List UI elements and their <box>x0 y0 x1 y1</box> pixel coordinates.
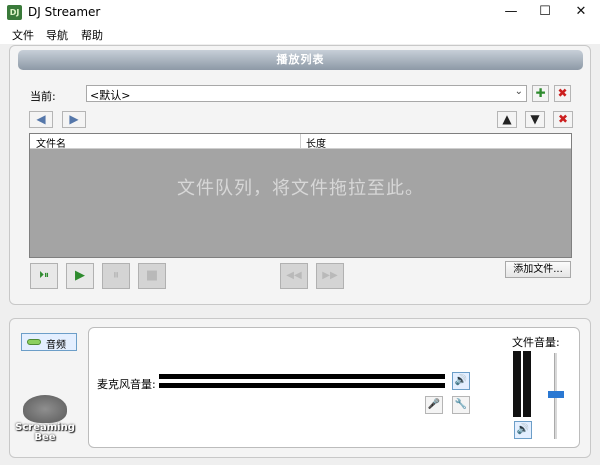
menu-file[interactable]: 文件 <box>12 27 34 43</box>
triangle-down-icon: ▼ <box>530 112 540 126</box>
play-button[interactable]: ▶ <box>66 263 94 289</box>
pause-button[interactable]: ⏸ <box>102 263 130 289</box>
mic-settings-button[interactable]: 🎤 <box>425 396 443 414</box>
maximize-button[interactable]: ☐ <box>528 0 562 25</box>
audio-toggle-button[interactable]: 音频 <box>21 333 77 351</box>
play-next-icon: ⏵⏸ <box>39 270 49 281</box>
mic-level-meter-top <box>159 374 445 379</box>
indicator-light-icon <box>27 339 41 345</box>
file-mute-button[interactable]: 🔊 <box>514 421 532 439</box>
playlist-header: 播放列表 <box>18 50 583 70</box>
mic-mute-button[interactable]: 🔊 <box>452 372 470 390</box>
microphone-icon: 🎤 <box>427 399 441 410</box>
audio-panel: 音频 Screaming Bee 麦克风音量: 🔊 🎤 🔧 文件音量: 🔊 <box>9 318 591 458</box>
playlist-panel: 播放列表 当前: <默认> ⌄ ✚ ✖ ◀ ▶ ▲ ▼ ✖ 文件名 长度 文件队… <box>9 45 591 305</box>
add-playlist-button[interactable]: ✚ <box>532 85 549 102</box>
stop-button[interactable]: ■ <box>138 263 166 289</box>
empty-queue-message: 文件队列，将文件拖拉至此。 <box>177 178 424 199</box>
move-down-button[interactable]: ▼ <box>525 111 545 128</box>
delete-playlist-button[interactable]: ✖ <box>554 85 571 102</box>
remove-file-button[interactable]: ✖ <box>553 111 573 128</box>
logo-text-line2: Bee <box>34 432 56 443</box>
menu-help[interactable]: 帮助 <box>81 27 103 43</box>
current-label: 当前: <box>30 90 56 103</box>
previous-button[interactable]: ◀ <box>29 111 53 128</box>
file-volume-slider-thumb[interactable] <box>548 391 564 398</box>
minimize-button[interactable]: — <box>494 0 528 25</box>
current-playlist-value: <默认> <box>90 89 131 102</box>
close-button[interactable]: ✕ <box>564 0 598 25</box>
column-filename[interactable]: 文件名 <box>36 135 66 150</box>
remove-icon: ✖ <box>557 112 569 126</box>
delete-icon: ✖ <box>557 86 568 100</box>
audio-settings-button[interactable]: 🔧 <box>452 396 470 414</box>
file-volume-label: 文件音量: <box>512 336 560 349</box>
screaming-bee-logo: Screaming Bee <box>12 395 78 445</box>
rewind-icon: ◀◀ <box>286 270 302 281</box>
play-icon: ▶ <box>75 268 85 283</box>
next-button[interactable]: ▶ <box>62 111 86 128</box>
add-file-button[interactable]: 添加文件... <box>505 261 571 278</box>
fast-forward-icon: ▶▶ <box>322 270 338 281</box>
arrow-right-icon: ▶ <box>69 112 79 126</box>
menu-navigate[interactable]: 导航 <box>46 27 68 43</box>
plus-icon: ✚ <box>535 86 546 100</box>
audio-toggle-label: 音频 <box>46 340 66 351</box>
speaker-icon: 🔊 <box>516 424 530 435</box>
move-up-button[interactable]: ▲ <box>497 111 517 128</box>
file-level-meter-left <box>513 351 521 417</box>
pause-icon: ⏸ <box>112 268 120 283</box>
arrow-left-icon: ◀ <box>36 112 46 126</box>
chevron-down-icon: ⌄ <box>514 86 523 97</box>
column-divider <box>300 134 301 149</box>
column-length[interactable]: 长度 <box>306 135 326 150</box>
mic-volume-label: 麦克风音量: <box>97 378 156 391</box>
list-header: 文件名 长度 <box>30 134 571 150</box>
menu-bar: 文件 导航 帮助 <box>0 25 600 44</box>
app-icon: DJ <box>7 5 22 20</box>
speaker-icon: 🔊 <box>454 375 468 386</box>
title-bar: DJ DJ Streamer — ☐ ✕ <box>0 0 600 25</box>
file-queue-list[interactable]: 文件名 长度 文件队列，将文件拖拉至此。 <box>29 133 572 258</box>
audio-levels-panel: 麦克风音量: 🔊 🎤 🔧 文件音量: 🔊 <box>88 327 580 448</box>
rewind-button[interactable]: ◀◀ <box>280 263 308 289</box>
forward-button[interactable]: ▶▶ <box>316 263 344 289</box>
play-next-button[interactable]: ⏵⏸ <box>30 263 58 289</box>
current-playlist-select[interactable]: <默认> ⌄ <box>86 85 527 102</box>
triangle-up-icon: ▲ <box>502 112 512 126</box>
window-title: DJ Streamer <box>28 5 101 19</box>
stop-icon: ■ <box>145 268 159 283</box>
bee-icon <box>23 395 67 423</box>
mic-level-meter-bottom <box>159 383 445 388</box>
wrench-icon: 🔧 <box>454 399 468 410</box>
file-level-meter-right <box>523 351 531 417</box>
